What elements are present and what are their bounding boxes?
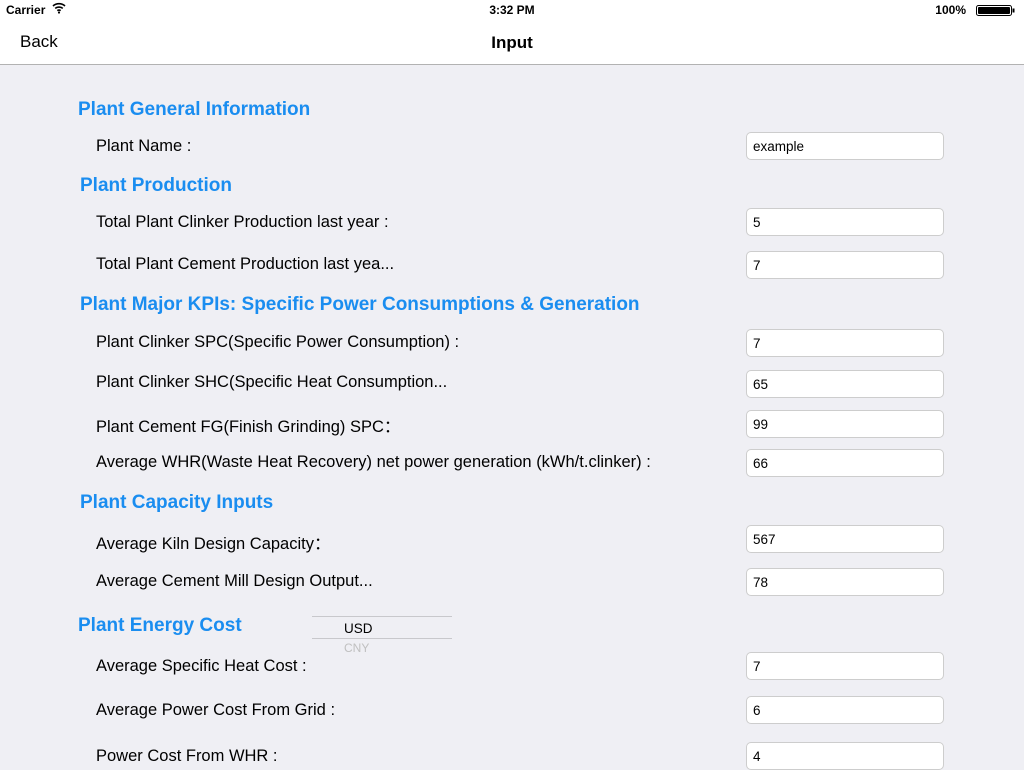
cement-mill-output-label: Average Cement Mill Design Output... [96, 572, 373, 590]
currency-option-selected[interactable]: USD [344, 621, 373, 636]
heat-cost-field[interactable] [746, 652, 944, 680]
cement-production-field[interactable] [746, 251, 944, 279]
currency-option[interactable]: CNY [344, 641, 369, 654]
status-bar: Carrier 3:32 PM 100% [0, 0, 1024, 20]
whr-power-cost-label: Power Cost From WHR : [96, 747, 278, 765]
grid-power-cost-label: Average Power Cost From Grid : [96, 701, 336, 719]
grid-power-cost-field[interactable] [746, 696, 944, 724]
battery-percent: 100% [935, 3, 966, 17]
page-title: Input [491, 33, 533, 52]
clinker-production-field[interactable] [746, 208, 944, 236]
section-title-capacity: Plant Capacity Inputs [80, 492, 274, 513]
cement-mill-output-field[interactable] [746, 568, 944, 596]
clinker-shc-label: Plant Clinker SHC(Specific Heat Consumpt… [96, 373, 448, 391]
picker-divider [312, 616, 452, 617]
clinker-production-label: Total Plant Clinker Production last year… [96, 213, 389, 231]
clinker-spc-label: Plant Clinker SPC(Specific Power Consump… [96, 333, 460, 351]
section-title-energy-cost: Plant Energy Cost [78, 615, 242, 636]
status-time: 3:32 PM [489, 3, 535, 17]
kiln-capacity-label: Average Kiln Design Capacity： [96, 535, 331, 553]
picker-divider [312, 638, 452, 639]
clinker-spc-field[interactable] [746, 329, 944, 357]
navigation-bar: Back Input [0, 20, 1024, 65]
cement-fg-spc-label: Plant Cement FG(Finish Grinding) SPC： [96, 418, 401, 436]
kiln-capacity-field[interactable] [746, 525, 944, 553]
plant-name-field[interactable] [746, 132, 944, 160]
whr-generation-field[interactable] [746, 449, 944, 477]
section-title-general: Plant General Information [78, 99, 311, 120]
cement-production-label: Total Plant Cement Production last yea..… [96, 255, 395, 273]
cement-fg-spc-field[interactable] [746, 410, 944, 438]
section-title-kpis: Plant Major KPIs: Specific Power Consump… [80, 294, 640, 315]
battery-icon [976, 5, 1016, 16]
plant-name-label: Plant Name : [96, 137, 192, 155]
clinker-shc-field[interactable] [746, 370, 944, 398]
section-title-production: Plant Production [80, 175, 232, 196]
whr-power-cost-field[interactable] [746, 742, 944, 770]
currency-picker[interactable]: USD CNY [312, 616, 452, 654]
whr-generation-label: Average WHR(Waste Heat Recovery) net pow… [96, 453, 651, 471]
heat-cost-label: Average Specific Heat Cost : [96, 657, 307, 675]
